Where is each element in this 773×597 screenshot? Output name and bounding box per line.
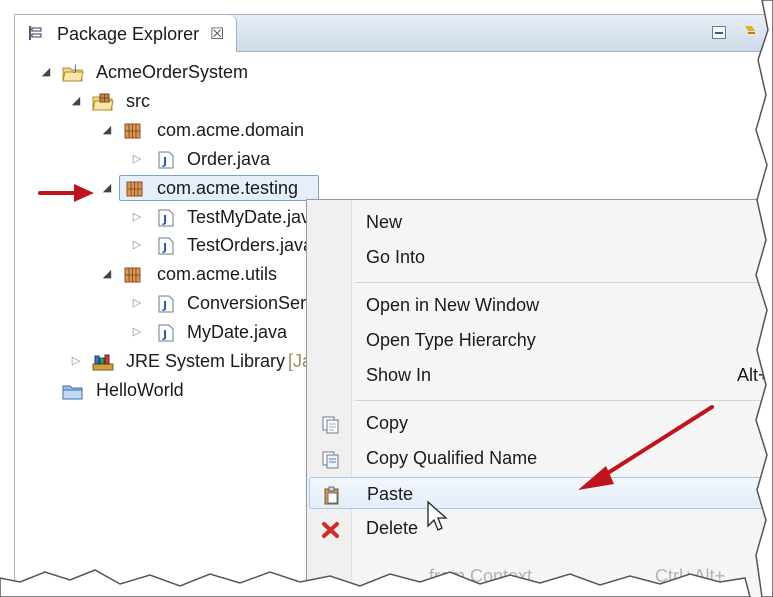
context-menu: New Go Into Open in New Window Open Type… (306, 199, 773, 597)
svg-text:J: J (73, 64, 77, 74)
screenshot-frame: Package Explorer ☒ ◢ J AcmeOrderSystem ◢… (0, 0, 773, 597)
svg-text:J: J (162, 299, 167, 312)
shortcut-label: Ctrl+Alt+ (655, 566, 726, 586)
view-menu-icon[interactable] (742, 23, 758, 46)
package-explorer-tab[interactable]: Package Explorer ☒ (15, 15, 237, 52)
menu-item-delete[interactable]: Delete (309, 512, 773, 544)
copy-icon (321, 413, 341, 434)
svg-text:J: J (162, 213, 167, 226)
menu-item-paste[interactable]: Paste (309, 477, 773, 509)
menu-item-open-in-new-window[interactable]: Open in New Window (309, 289, 773, 321)
java-file-icon: J (157, 208, 177, 227)
collapsed-twistie-icon[interactable]: ▷ (70, 348, 82, 374)
package-icon (123, 265, 143, 283)
svg-text:J: J (162, 328, 167, 341)
menu-item-show-in[interactable]: Show In Alt+ (309, 359, 773, 391)
collapsed-twistie-icon[interactable]: ▷ (131, 146, 143, 172)
java-file-icon: J (157, 294, 177, 313)
tab-package-explorer: Package Explorer (57, 24, 200, 44)
svg-text:J: J (162, 155, 167, 168)
menu-item-copy-qualified-name[interactable]: Copy Qualified Name (309, 442, 773, 474)
library-icon (92, 352, 114, 371)
package-icon (125, 179, 145, 197)
package-explorer-icon (27, 25, 43, 45)
delete-icon (321, 518, 341, 538)
collapsed-twistie-icon[interactable]: ▷ (131, 290, 143, 316)
package-icon (123, 121, 143, 139)
expanded-twistie-icon[interactable]: ◢ (40, 59, 52, 85)
collapsed-twistie-icon[interactable]: ▷ (131, 319, 143, 345)
shortcut-label: Alt+ (737, 365, 769, 385)
project-folder-icon (62, 381, 83, 400)
collapsed-twistie-icon[interactable]: ▷ (131, 204, 143, 230)
menu-separator (355, 400, 773, 401)
collapsed-twistie-icon[interactable]: ▷ (131, 232, 143, 258)
java-project-icon: J (62, 63, 84, 82)
menu-item-copy[interactable]: Copy (309, 407, 773, 439)
menu-item-go-into[interactable]: Go Into (309, 241, 773, 273)
svg-text:J: J (162, 241, 167, 254)
java-file-icon: J (157, 323, 177, 342)
minimize-icon[interactable] (712, 26, 726, 39)
expanded-twistie-icon[interactable]: ◢ (101, 261, 113, 287)
view-tab-bar: Package Explorer ☒ (15, 15, 773, 52)
menu-separator (355, 282, 773, 283)
source-folder-icon (92, 92, 114, 111)
expanded-twistie-icon[interactable]: ◢ (101, 117, 113, 143)
menu-item-open-type-hierarchy[interactable]: Open Type Hierarchy (309, 324, 773, 356)
expanded-twistie-icon[interactable]: ◢ (101, 175, 113, 201)
java-file-icon: J (157, 236, 177, 255)
paste-icon (322, 484, 342, 505)
menu-item-remove-from-context[interactable]: from Context Ctrl+Alt+ (309, 560, 773, 592)
java-file-icon: J (157, 150, 177, 169)
close-icon[interactable]: ☒ (210, 24, 224, 44)
menu-item-new[interactable]: New (309, 206, 773, 238)
copy-qualified-name-icon (321, 448, 341, 469)
expanded-twistie-icon[interactable]: ◢ (70, 88, 82, 114)
